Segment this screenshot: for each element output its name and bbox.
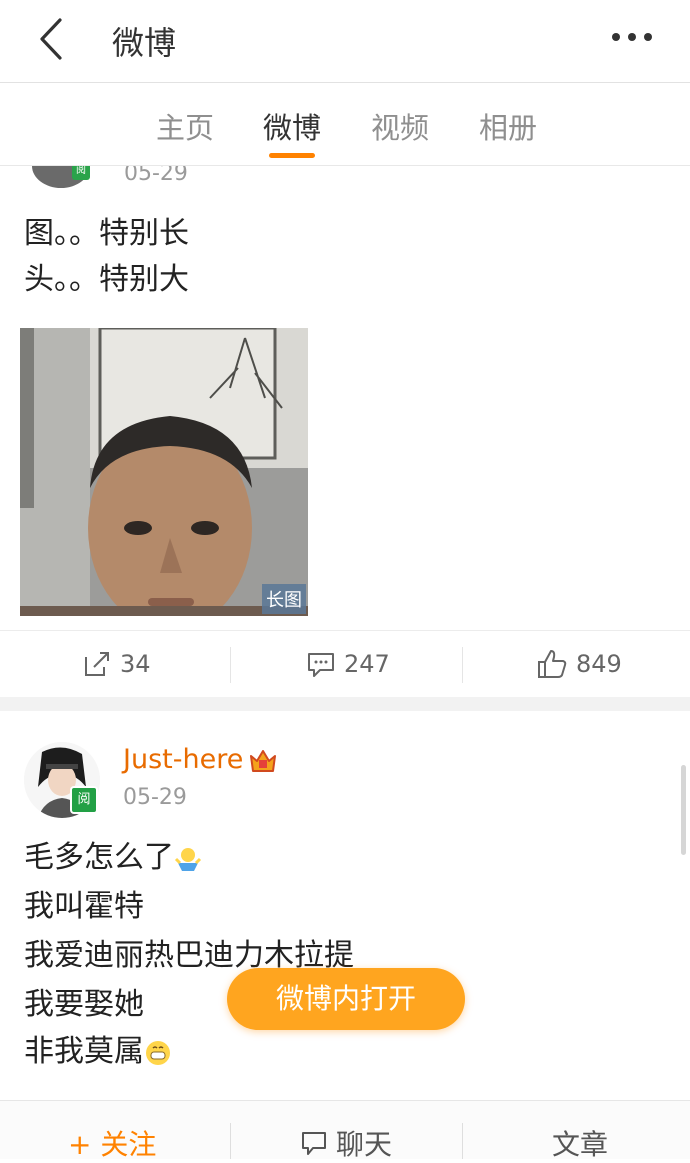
post-date: 05-29 xyxy=(124,166,188,186)
scrollbar[interactable] xyxy=(681,765,686,855)
tab-video[interactable]: 视频 xyxy=(371,105,429,147)
comment-icon xyxy=(308,653,334,677)
post-text-line: 图。。特别长 xyxy=(24,216,189,251)
verified-badge-icon: 阅 xyxy=(72,166,90,180)
post-date: 05-29 xyxy=(123,785,187,810)
chat-button[interactable]: 聊天 xyxy=(300,1123,392,1163)
tab-album[interactable]: 相册 xyxy=(479,105,537,147)
chat-label: 聊天 xyxy=(336,1128,393,1161)
active-tab-indicator xyxy=(269,153,315,158)
selfie-photo xyxy=(20,328,308,616)
post-text-line: 头。。特别大 xyxy=(24,262,189,297)
comment-count: 247 xyxy=(344,650,390,678)
divider xyxy=(462,1123,463,1159)
more-options-icon[interactable] xyxy=(604,22,660,52)
divider xyxy=(462,647,463,683)
verified-badge-icon: 阅 xyxy=(70,786,98,814)
profile-tabs: 主页 微博 视频 相册 xyxy=(0,83,690,166)
open-in-app-button[interactable]: 微博内打开 xyxy=(227,968,465,1030)
grinning-emoji-icon xyxy=(146,1040,170,1065)
articles-button[interactable]: 文章 xyxy=(552,1123,608,1163)
chat-icon xyxy=(302,1132,326,1155)
post-text-line: 毛多怎么了 xyxy=(24,836,202,880)
tab-home[interactable]: 主页 xyxy=(156,105,214,147)
post-text-line: 我要娶她 xyxy=(24,987,144,1022)
post-text-line: 我叫霍特 xyxy=(24,889,144,924)
tab-weibo[interactable]: 微博 xyxy=(263,105,321,147)
repost-icon xyxy=(85,652,109,676)
repost-button[interactable]: 34 xyxy=(82,649,151,679)
post-header: 阅 05-29 xyxy=(0,166,690,196)
back-arrow-icon[interactable] xyxy=(30,14,76,64)
long-image-badge: 长图 xyxy=(262,584,306,614)
follow-button[interactable]: + 关注 xyxy=(68,1123,156,1163)
like-button[interactable]: 849 xyxy=(536,649,622,679)
thumbs-up-icon xyxy=(538,650,567,678)
post-text-line: 非我莫属 xyxy=(24,1030,172,1074)
divider xyxy=(230,647,231,683)
shrug-emoji-icon xyxy=(174,847,202,871)
crown-badge-icon xyxy=(250,750,276,772)
divider xyxy=(230,1123,231,1159)
top-bar: 微博 xyxy=(0,0,690,83)
post-action-bar: 34 247 849 xyxy=(0,630,690,698)
feed-divider xyxy=(0,697,690,711)
post-image[interactable]: 长图 xyxy=(20,328,308,616)
comment-button[interactable]: 247 xyxy=(306,649,390,679)
page-title: 微博 xyxy=(112,24,177,62)
bottom-action-bar: + 关注 聊天 文章 xyxy=(0,1100,690,1161)
like-count: 849 xyxy=(576,650,622,678)
username[interactable]: Just-here xyxy=(123,744,243,775)
repost-count: 34 xyxy=(120,650,151,678)
